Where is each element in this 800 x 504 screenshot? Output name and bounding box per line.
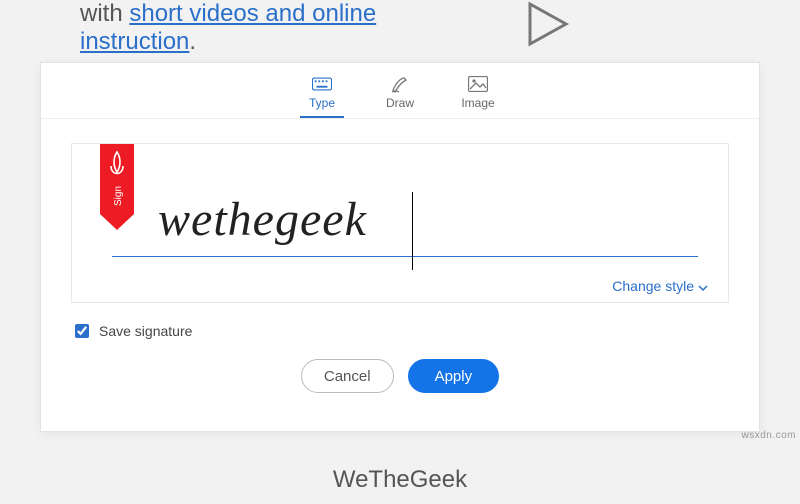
sign-flag-label: Sign: [113, 186, 124, 206]
save-signature-label: Save signature: [99, 323, 192, 339]
save-signature-row: Save signature: [41, 313, 759, 339]
bg-link-2[interactable]: instruction: [80, 28, 189, 55]
tab-image[interactable]: Image: [456, 75, 500, 118]
bg-footer-title: WeTheGeek: [0, 466, 800, 494]
keyboard-icon: [312, 75, 332, 93]
bg-text: with short videos and online instruction…: [80, 0, 376, 56]
tab-draw-label: Draw: [386, 96, 414, 110]
play-icon[interactable]: [522, 0, 570, 53]
signature-input[interactable]: [158, 192, 688, 247]
cancel-button[interactable]: Cancel: [301, 359, 394, 393]
bg-prefix: with: [80, 0, 129, 27]
signature-mode-tabs: Type Draw Image: [41, 63, 759, 119]
text-caret: [412, 192, 413, 270]
tab-image-label: Image: [461, 96, 494, 110]
sign-flag: Sign: [100, 144, 134, 230]
save-signature-checkbox[interactable]: [75, 324, 89, 338]
signature-dialog: Type Draw Image: [40, 62, 760, 432]
tab-draw[interactable]: Draw: [378, 75, 422, 118]
change-style-label: Change style: [612, 278, 694, 294]
change-style-link[interactable]: Change style: [612, 278, 708, 294]
pen-icon: [390, 75, 410, 93]
signature-panel-wrap: Sign Change style: [41, 119, 759, 313]
bg-link-1[interactable]: short videos and online: [129, 0, 376, 27]
image-icon: [468, 75, 488, 93]
signature-input-wrap: [158, 174, 688, 264]
signature-panel: Sign Change style: [71, 143, 729, 303]
chevron-down-icon: [698, 278, 708, 294]
tab-type[interactable]: Type: [300, 75, 344, 118]
page-backdrop: with short videos and online instruction…: [0, 0, 800, 504]
dialog-actions: Cancel Apply: [41, 339, 759, 431]
bg-period: .: [189, 28, 196, 55]
tab-type-label: Type: [309, 96, 335, 110]
apply-button[interactable]: Apply: [408, 359, 500, 393]
